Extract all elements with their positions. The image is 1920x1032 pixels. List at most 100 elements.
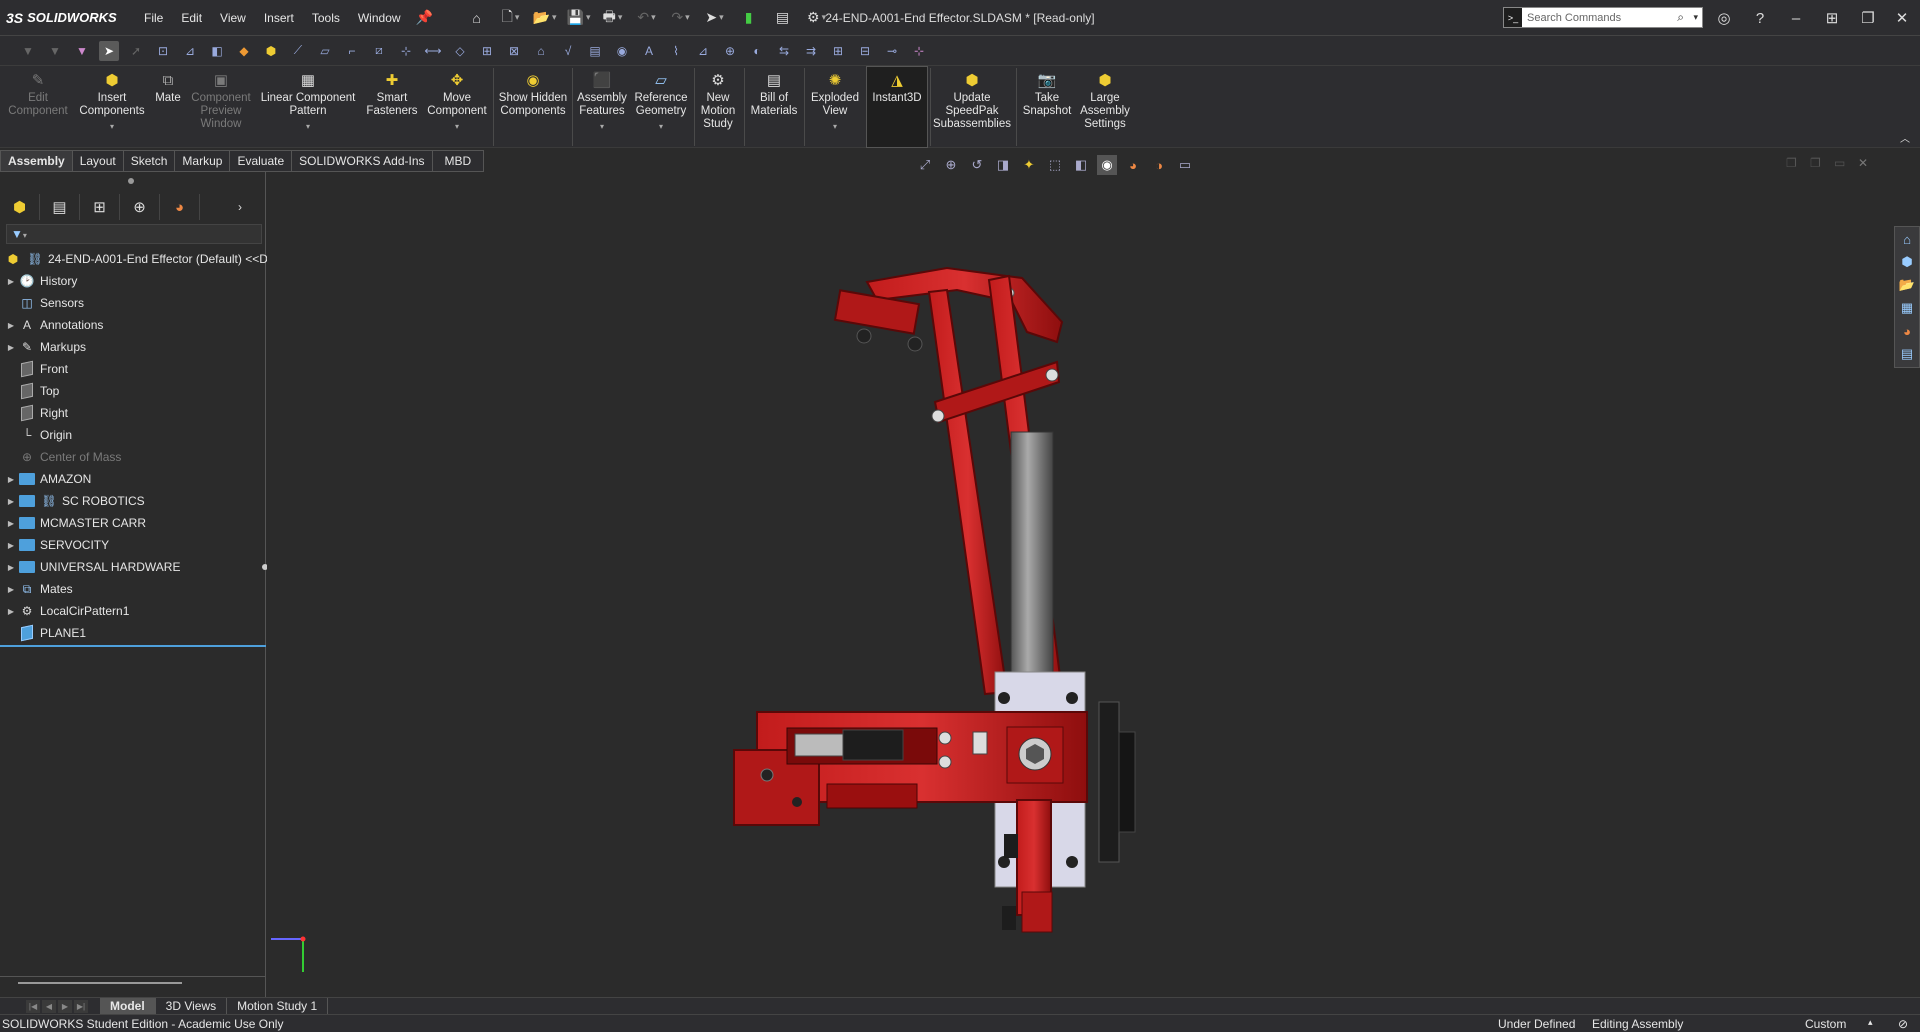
tree-item-local-cir-pattern[interactable]: ▶ ⚙ LocalCirPattern1: [4, 600, 129, 622]
gear[interactable]: [1098, 701, 1136, 863]
insert-components-button[interactable]: ⬢ Insert Components ▾: [76, 70, 148, 133]
rollback-bar[interactable]: [0, 645, 266, 647]
undo-icon[interactable]: ↶: [636, 7, 658, 29]
tree-item-center-of-mass[interactable]: ⊕ Center of Mass: [4, 446, 121, 468]
filter-centermark-icon[interactable]: ⊕: [720, 41, 740, 61]
expand-arrow-icon[interactable]: ▶: [4, 497, 18, 506]
show-hidden-components-button[interactable]: ◉ Show Hidden Components: [496, 70, 570, 118]
save-icon[interactable]: 💾: [567, 7, 590, 29]
tree-item-folder-servocity[interactable]: ▶ SERVOCITY: [4, 534, 109, 556]
design-library-icon[interactable]: ⬢: [1895, 251, 1919, 273]
filter-planes-icon[interactable]: ▱: [315, 41, 335, 61]
search-icon[interactable]: ⌕: [1677, 10, 1684, 25]
viewport-close-icon[interactable]: ✕: [1858, 156, 1882, 170]
search-dropdown-icon[interactable]: ▾: [1693, 12, 1698, 23]
feature-manager-icon[interactable]: ⬢: [0, 194, 40, 220]
tab-assembly[interactable]: Assembly: [0, 150, 73, 172]
dynamic-annotation-icon[interactable]: ✦: [1019, 155, 1039, 175]
new-document-icon[interactable]: 🗋: [500, 7, 522, 29]
expand-arrow-icon[interactable]: ▶: [4, 607, 18, 616]
menu-window[interactable]: Window: [349, 11, 410, 25]
tab-evaluate[interactable]: Evaluate: [230, 150, 293, 172]
solidworks-logo[interactable]: 3S SOLIDWORKS: [0, 10, 135, 26]
filter-toggle-icon[interactable]: ⊟: [855, 41, 875, 61]
chevron-down-icon[interactable]: ▾: [659, 120, 663, 133]
units-status[interactable]: Custom: [1805, 1017, 1846, 1031]
menu-file[interactable]: File: [135, 11, 172, 25]
tab-layout[interactable]: Layout: [72, 150, 124, 172]
tab-markup[interactable]: Markup: [175, 150, 231, 172]
filter-blocks-icon[interactable]: ▤: [585, 41, 605, 61]
smart-fasteners-button[interactable]: ✚ Smart Fasteners: [360, 70, 424, 118]
open-icon[interactable]: 📂: [533, 7, 556, 29]
tree-root-assembly[interactable]: ⬢ ⛓ 24-END-A001-End Effector (Default) <…: [4, 248, 268, 270]
filter-axes-icon[interactable]: ⟋: [288, 41, 308, 61]
close-icon[interactable]: ✕: [1884, 0, 1920, 36]
chevron-down-icon[interactable]: ▾: [833, 120, 837, 133]
traffic-light-icon[interactable]: ▮: [738, 7, 760, 29]
display-manager-icon[interactable]: ◕: [160, 194, 200, 220]
expand-arrow-icon[interactable]: ▶: [4, 343, 18, 352]
tree-item-origin[interactable]: └ Origin: [4, 424, 72, 446]
instant3d-button[interactable]: ◮ Instant3D: [866, 70, 928, 105]
prev-tab-icon[interactable]: ◀: [42, 999, 56, 1013]
reference-geometry-button[interactable]: ▱ Reference Geometry ▾: [630, 70, 692, 133]
restore-icon[interactable]: ❐: [1850, 0, 1886, 36]
next-tab-icon[interactable]: ▶: [58, 999, 72, 1013]
filter-gtol-icon[interactable]: ⊞: [477, 41, 497, 61]
expand-arrow-icon[interactable]: ▶: [4, 475, 18, 484]
large-assembly-settings-button[interactable]: ⬢ Large Assembly Settings: [1076, 70, 1134, 131]
user-account-icon[interactable]: ◎: [1706, 0, 1742, 36]
filter-clear-icon[interactable]: ▼: [45, 41, 65, 61]
chevron-down-icon[interactable]: ▾: [306, 120, 310, 133]
appearances-icon[interactable]: ◕: [1895, 320, 1919, 342]
tree-item-folder-universal-hardware[interactable]: ▶ UNIVERSAL HARDWARE: [4, 556, 181, 578]
filter-routing-icon[interactable]: ⇉: [801, 41, 821, 61]
tab-sketch[interactable]: Sketch: [123, 150, 176, 172]
view-orientation-icon[interactable]: ⬚: [1045, 155, 1065, 175]
file-properties-icon[interactable]: ▤: [772, 7, 794, 29]
tab-motion-study-1[interactable]: Motion Study 1: [227, 997, 329, 1015]
update-speedpak-button[interactable]: ⬢ Update SpeedPak Subassemblies: [932, 70, 1012, 131]
dimxpert-manager-icon[interactable]: ⊕: [120, 194, 160, 220]
tree-filter-input[interactable]: ▼▾: [6, 224, 262, 244]
tree-item-annotations[interactable]: ▶ A Annotations: [4, 314, 103, 336]
filter-mates-icon[interactable]: ⇆: [774, 41, 794, 61]
viewport-maximize-icon[interactable]: ▭: [1834, 156, 1858, 170]
menu-insert[interactable]: Insert: [255, 11, 303, 25]
panel-horizontal-scrollbar[interactable]: [18, 982, 182, 984]
exploded-view-button[interactable]: ✺ Exploded View ▾: [806, 70, 864, 133]
move-component-button[interactable]: ✥ Move Component ▾: [424, 70, 490, 133]
expand-arrow-icon[interactable]: ▶: [4, 541, 18, 550]
edit-component-button[interactable]: ✎ Edit Component: [6, 70, 70, 118]
custom-properties-icon[interactable]: ▤: [1895, 343, 1919, 365]
previous-view-icon[interactable]: ↺: [967, 155, 987, 175]
tree-item-folder-sc-robotics[interactable]: ▶ ⛓ SC ROBOTICS: [4, 490, 145, 512]
tile-icon[interactable]: ⊞: [1814, 0, 1850, 36]
menu-edit[interactable]: Edit: [172, 11, 211, 25]
tab-mbd[interactable]: MBD: [432, 150, 485, 172]
solidworks-resources-icon[interactable]: ⌂: [1895, 228, 1919, 250]
linear-component-pattern-button[interactable]: ▦ Linear Component Pattern ▾: [258, 70, 358, 133]
search-commands-box[interactable]: >_ Search Commands ⌕ ▾: [1503, 7, 1703, 28]
selection-filter-icon[interactable]: ▼: [72, 41, 92, 61]
menu-view[interactable]: View: [211, 11, 255, 25]
expand-arrow-icon[interactable]: ▶: [4, 321, 18, 330]
apply-scene-icon[interactable]: ◑: [1149, 155, 1169, 175]
tree-item-front-plane[interactable]: Front: [4, 358, 68, 380]
filter-text-icon[interactable]: A: [639, 41, 659, 61]
mate-button[interactable]: ⧉ Mate: [150, 70, 186, 105]
filter-faces-icon[interactable]: ◧: [207, 41, 227, 61]
tab-3d-views[interactable]: 3D Views: [156, 997, 228, 1015]
filter-connection-icon[interactable]: ⊞: [828, 41, 848, 61]
tree-item-right-plane[interactable]: Right: [4, 402, 68, 424]
first-tab-icon[interactable]: |◀: [26, 999, 40, 1013]
print-icon[interactable]: 🖶: [602, 7, 624, 29]
filter-reverse-icon[interactable]: ⊸: [882, 41, 902, 61]
zoom-area-icon[interactable]: ⊕: [941, 155, 961, 175]
filter-all-icon[interactable]: ⊹: [909, 41, 929, 61]
filter-solid-icon[interactable]: ⬢: [261, 41, 281, 61]
minimize-icon[interactable]: –: [1778, 0, 1814, 36]
graphics-area[interactable]: ⤢ ⊕ ↺ ◨ ✦ ⬚ ◧ ◉ ◕ ◑ ▭: [267, 155, 1894, 997]
menu-tools[interactable]: Tools: [303, 11, 349, 25]
